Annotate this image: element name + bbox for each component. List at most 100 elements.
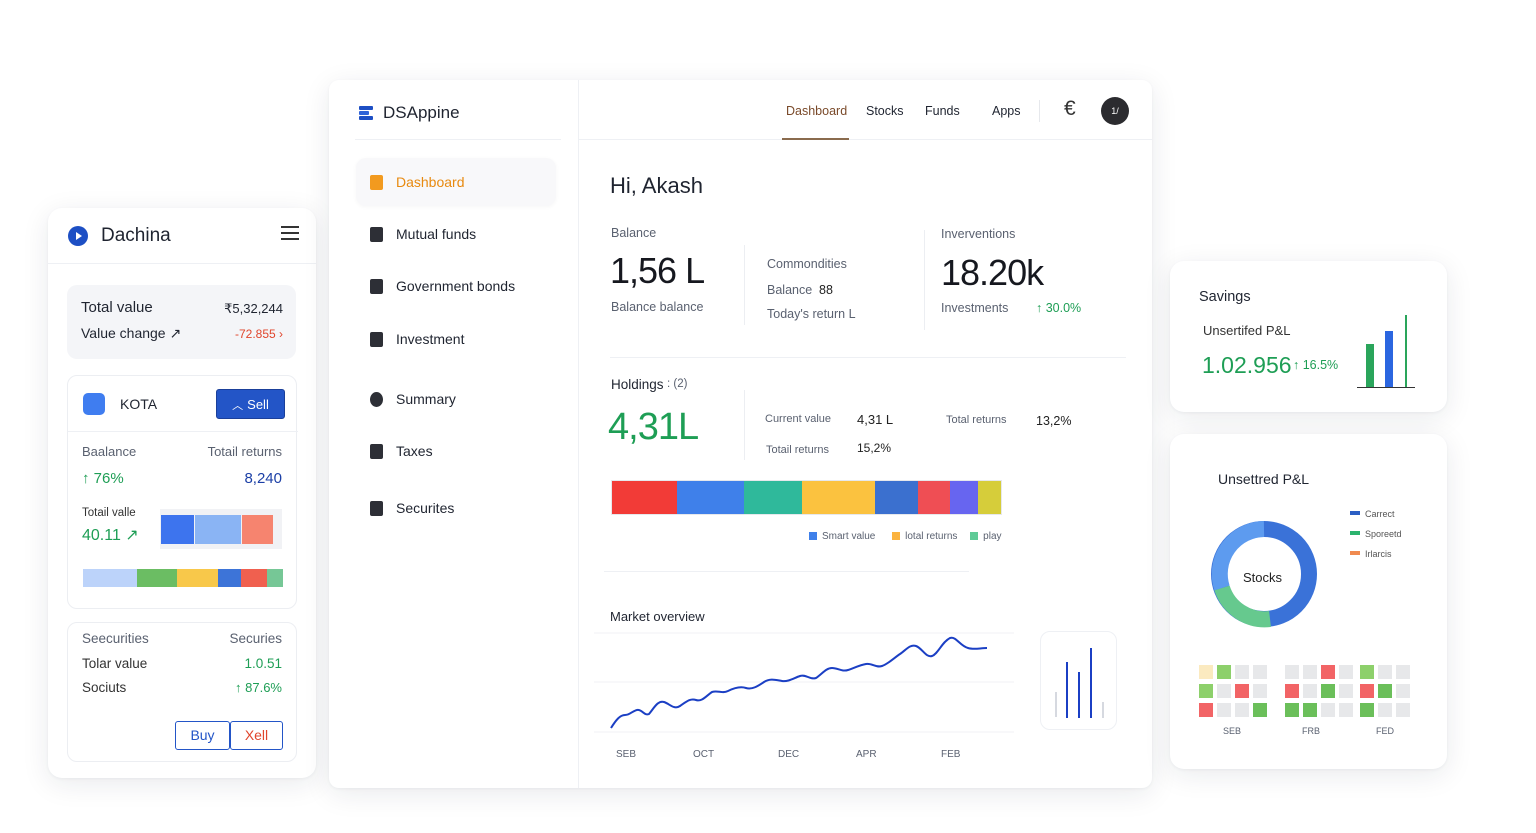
heatmap-cell — [1396, 665, 1410, 679]
holdings-value: 4,31L — [608, 406, 699, 448]
donut-center-label: Stocks — [1243, 570, 1283, 585]
sidebar-item-investment[interactable]: Investment — [356, 315, 556, 363]
balance-label: Balance — [611, 226, 657, 240]
menu-icon[interactable] — [281, 226, 299, 240]
legend-label: Carrect — [1365, 509, 1395, 519]
holdings-count: : (2) — [667, 378, 688, 390]
avatar[interactable]: 1/ — [1101, 97, 1129, 125]
taxes-icon — [370, 444, 383, 459]
volume-bar — [1102, 702, 1104, 718]
market-line-chart — [594, 632, 1014, 733]
bar-segment — [241, 569, 267, 587]
kota-name: KOTA — [120, 396, 158, 412]
legend-swatch — [892, 532, 901, 540]
total-value: ₹5,32,244 — [224, 301, 283, 316]
current-value-label: Current value — [765, 413, 832, 425]
mini-bar-chart — [160, 509, 282, 549]
commodities-return: Today's return L — [767, 307, 856, 321]
savings-bar-chart — [1357, 315, 1415, 388]
tab-dashboard[interactable]: Dashboard — [786, 104, 847, 118]
xell-button[interactable]: Xell — [230, 721, 283, 750]
bar-segment — [195, 515, 241, 544]
sidebar-item-label: Dashboard — [396, 174, 465, 190]
interventions-change: ↑ 30.0% — [1036, 301, 1082, 315]
kota-icon — [83, 393, 105, 415]
sidebar-item-label: Taxes — [396, 443, 433, 459]
allocation-bar — [83, 569, 283, 587]
mobile-header: Dachina — [48, 208, 316, 264]
sidebar-divider — [578, 80, 579, 788]
chart-bar — [1366, 344, 1374, 387]
heatmap-cell — [1360, 665, 1374, 679]
tab-apps[interactable]: Apps — [992, 104, 1021, 118]
summary-icon — [370, 392, 383, 407]
bar-segment — [978, 481, 1001, 514]
bar-segment — [137, 569, 177, 587]
bar-segment — [918, 481, 950, 514]
buy-button[interactable]: Buy — [175, 721, 230, 750]
sidebar-item-government-bonds[interactable]: Government bonds — [356, 262, 556, 310]
legend-label: Smart value — [822, 531, 876, 542]
legend-swatch — [809, 532, 817, 540]
legend-label: Irlarcis — [1365, 549, 1392, 559]
commodities-title: Commondities — [767, 257, 847, 271]
totail-returns-label: Totail returns — [766, 444, 829, 456]
volume-bar — [1078, 672, 1080, 718]
x-axis-label: DEC — [778, 749, 800, 760]
sell-button[interactable]: ︿ Sell — [216, 389, 285, 419]
pl-legend: Carrect Sporeetd Irlarcis — [1350, 504, 1402, 564]
currency-icon[interactable]: € — [1064, 97, 1076, 121]
balance-header: Baalance — [82, 444, 137, 459]
heatmap-cell — [1360, 703, 1374, 717]
sidebar-item-securites[interactable]: Securites — [356, 484, 556, 532]
heatmap-cell — [1378, 684, 1392, 698]
bar-segment — [612, 481, 677, 514]
donut-segment — [1214, 585, 1271, 628]
bar-segment — [802, 481, 875, 514]
tab-funds[interactable]: Funds — [925, 104, 960, 118]
heatmap-cell — [1253, 684, 1267, 698]
heatmap-cell — [1339, 703, 1353, 717]
holdings-allocation-bar — [611, 480, 1002, 515]
volume-bar — [1090, 648, 1092, 718]
mobile-title: Dachina — [101, 225, 171, 246]
heatmap-label: FRB — [1302, 726, 1320, 736]
bar-segment — [242, 515, 273, 544]
x-axis-label: OCT — [693, 749, 715, 760]
sidebar-item-taxes[interactable]: Taxes — [356, 427, 556, 475]
total-value-box: Total value ₹5,32,244 Value change ↗ -72… — [67, 285, 296, 359]
row-value: 1.0.51 — [244, 656, 282, 671]
heatmap-cell — [1217, 665, 1231, 679]
bar-segment — [83, 569, 137, 587]
sidebar-item-mutual-funds[interactable]: Mutual funds — [356, 210, 556, 258]
total-returns-value: 8,240 — [244, 470, 282, 487]
chart-bar — [1405, 315, 1407, 387]
heatmap-grid — [1199, 665, 1269, 719]
heatmap-cell — [1321, 665, 1335, 679]
savings-title: Savings — [1199, 289, 1251, 305]
total-value-label: Total value — [81, 299, 153, 316]
heatmap-cell — [1199, 665, 1213, 679]
chevron-up-icon: ︿ — [232, 400, 244, 412]
section-divider — [610, 357, 1126, 358]
row-value: ↑ 87.6% — [235, 680, 282, 695]
brand-logo-icon — [68, 226, 88, 246]
bar-segment — [677, 481, 744, 514]
bar-segment — [161, 515, 194, 544]
securities-card: Seecurities Securies Tolar value 1.0.51 … — [67, 622, 297, 762]
interventions-sub: Investments — [941, 301, 1009, 315]
securites-icon — [370, 501, 383, 516]
sidebar-item-dashboard[interactable]: Dashboard — [356, 158, 556, 206]
totail-returns-value: 15,2% — [857, 441, 892, 455]
savings-change: ↑ 16.5% — [1293, 358, 1339, 372]
current-value: 4,31 L — [857, 412, 894, 427]
commodities-balance-value: 88 — [819, 283, 833, 297]
row-label: Sociuts — [82, 680, 127, 695]
tab-stocks[interactable]: Stocks — [866, 104, 904, 118]
x-axis-label: FEB — [941, 749, 961, 760]
legend-label: lotal returns — [905, 531, 958, 542]
savings-value: 1.02.956 — [1202, 352, 1292, 378]
sidebar-item-summary[interactable]: Summary — [356, 375, 556, 423]
heatmap-cell — [1321, 703, 1335, 717]
heatmap-grid — [1360, 665, 1430, 719]
